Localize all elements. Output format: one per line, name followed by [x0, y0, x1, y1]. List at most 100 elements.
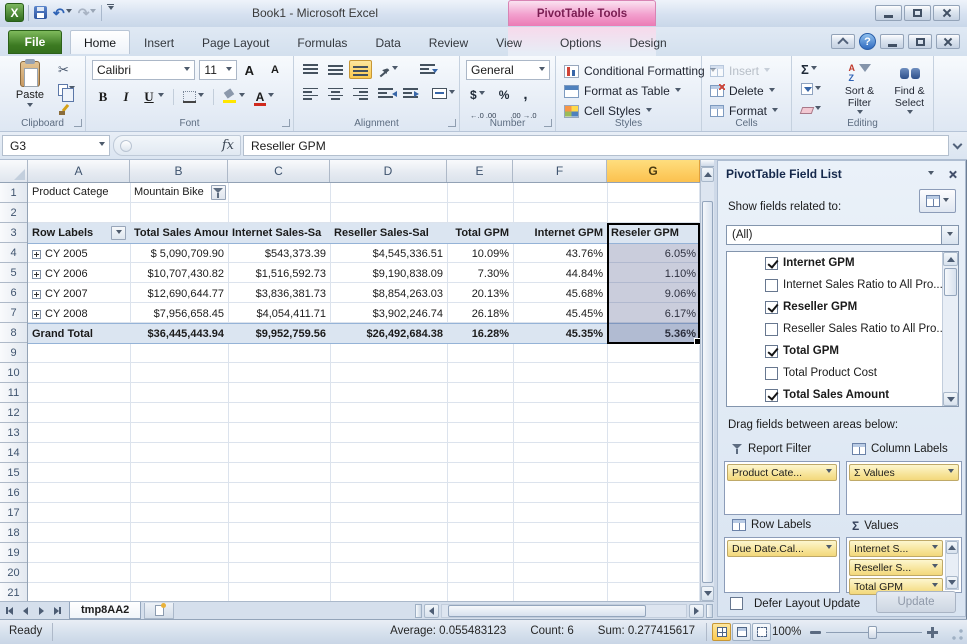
pivot-value-cell[interactable]: 45.45% [513, 304, 607, 324]
scroll-up-button[interactable] [943, 252, 958, 266]
dialog-launcher-icon[interactable] [282, 119, 290, 127]
pivot-value-cell[interactable]: 44.84% [513, 264, 607, 284]
grand-total-value-cell[interactable]: 16.28% [447, 324, 513, 344]
pivot-value-cell[interactable]: $9,190,838.09 [330, 264, 447, 284]
row-header-17[interactable]: 17 [0, 503, 27, 523]
find-select-button[interactable]: Find & Select [886, 60, 933, 120]
row-label-cell[interactable]: CY 2006 [28, 264, 130, 284]
collapse-ribbon-button[interactable] [831, 34, 855, 49]
grow-font-button[interactable]: A [241, 61, 263, 80]
grand-total-value-cell[interactable]: 45.35% [513, 324, 607, 344]
sheet-tab-tmp8aa2[interactable]: tmp8AA2 [69, 602, 141, 619]
fill-color-button[interactable] [219, 87, 249, 106]
row-header-12[interactable]: 12 [0, 403, 27, 423]
horizontal-scrollbar[interactable] [441, 604, 687, 618]
values-scrollbar[interactable] [945, 540, 959, 590]
checked-checkbox[interactable] [765, 257, 778, 270]
row-header-6[interactable]: 6 [0, 283, 27, 303]
column-header-b[interactable]: B [130, 160, 228, 182]
field-item[interactable]: Internet GPM [727, 252, 958, 274]
next-sheet-button[interactable] [34, 604, 48, 618]
checked-checkbox[interactable] [765, 389, 778, 402]
column-labels-area-box[interactable]: Σ Values [846, 461, 962, 515]
field-button[interactable]: Σ Values [849, 464, 959, 481]
expand-button[interactable] [32, 270, 41, 279]
font-size-combo[interactable]: 11 [199, 60, 236, 80]
pane-close-button[interactable] [944, 167, 960, 181]
page-break-view-button[interactable] [752, 623, 771, 641]
align-right-button[interactable] [349, 84, 372, 103]
increase-indent-button[interactable] [399, 84, 422, 103]
tab-insert[interactable]: Insert [130, 30, 188, 54]
grand-total-value-cell[interactable]: $26,492,684.38 [330, 324, 447, 344]
align-left-button[interactable] [299, 84, 322, 103]
prev-sheet-button[interactable] [18, 604, 32, 618]
row-header-10[interactable]: 10 [0, 363, 27, 383]
clear-button[interactable] [797, 100, 825, 118]
row-header-11[interactable]: 11 [0, 383, 27, 403]
delete-cells-button[interactable]: Delete [707, 81, 781, 101]
field-button[interactable]: Product Cate... [727, 464, 837, 481]
tab-design[interactable]: Design [615, 30, 680, 54]
scroll-down-button[interactable] [701, 586, 714, 601]
number-format-combo[interactable]: General [466, 60, 550, 80]
sort-filter-button[interactable]: AZ Sort & Filter [836, 60, 883, 120]
workbook-close-button[interactable] [936, 34, 960, 49]
pivot-column-header[interactable]: Internet GPM [513, 223, 607, 243]
zoom-level[interactable]: 100% [772, 626, 801, 638]
comma-style-button[interactable]: , [519, 85, 531, 104]
split-handle[interactable] [706, 604, 713, 618]
tab-options[interactable]: Options [546, 30, 615, 54]
checked-checkbox[interactable] [765, 301, 778, 314]
row-header-18[interactable]: 18 [0, 523, 27, 543]
normal-view-button[interactable] [712, 623, 731, 641]
row-labels-filter-button[interactable] [111, 226, 126, 240]
wrap-text-button[interactable] [416, 60, 439, 79]
paste-button[interactable]: Paste [7, 60, 53, 120]
scroll-thumb[interactable] [944, 268, 957, 296]
pivot-value-cell[interactable]: $4,054,411.71 [228, 304, 330, 324]
row-labels-area-box[interactable]: Due Date.Cal... [724, 537, 840, 593]
zoom-in-button[interactable] [927, 627, 938, 638]
row-header-16[interactable]: 16 [0, 483, 27, 503]
pivot-value-cell[interactable]: $7,956,658.45 [130, 304, 228, 324]
show-fields-combo[interactable]: (All) [726, 225, 959, 245]
grand-total-label[interactable]: Grand Total [28, 324, 130, 344]
tab-home[interactable]: Home [70, 30, 130, 54]
defer-checkbox[interactable] [730, 597, 743, 610]
values-area-box[interactable]: Internet S...Reseller S...Total GPM [846, 537, 962, 593]
row-header-1[interactable]: 1 [0, 183, 27, 203]
row-header-5[interactable]: 5 [0, 263, 27, 283]
scroll-down-button[interactable] [943, 392, 958, 406]
pivot-value-cell[interactable]: $1,516,592.73 [228, 264, 330, 284]
fill-button[interactable] [797, 80, 825, 98]
pivot-value-cell[interactable]: $543,373.39 [228, 244, 330, 264]
scroll-thumb[interactable] [448, 605, 646, 617]
pivot-value-cell[interactable]: 43.76% [513, 244, 607, 264]
row-label-cell[interactable]: CY 2008 [28, 304, 130, 324]
decrease-indent-button[interactable] [374, 84, 397, 103]
column-header-e[interactable]: E [447, 160, 513, 182]
percent-style-button[interactable]: % [495, 85, 514, 104]
pivot-column-header[interactable]: Total GPM [447, 223, 513, 243]
select-all-corner[interactable] [0, 160, 28, 182]
scroll-up-button[interactable] [701, 167, 714, 182]
column-header-g-selected[interactable]: G [607, 160, 700, 182]
pivot-column-header[interactable]: Reseller Sales-Sal [330, 223, 447, 243]
pivot-value-cell[interactable]: $4,545,336.51 [330, 244, 447, 264]
pane-menu-button[interactable] [923, 167, 939, 181]
scroll-thumb[interactable] [702, 201, 713, 583]
row-header-3[interactable]: 3 [0, 223, 27, 243]
undo-button[interactable]: ↶ [52, 4, 73, 22]
bold-button[interactable]: B [92, 87, 114, 106]
row-header-9[interactable]: 9 [0, 343, 27, 363]
align-center-button[interactable] [324, 84, 347, 103]
expand-button[interactable] [32, 250, 41, 259]
zoom-out-button[interactable] [810, 631, 821, 634]
minimize-button[interactable] [875, 5, 902, 21]
row-header-19[interactable]: 19 [0, 543, 27, 563]
column-header-f[interactable]: F [513, 160, 607, 182]
field-item[interactable]: Total Sales Ratio to All Products [727, 406, 958, 407]
unchecked-checkbox[interactable] [765, 279, 778, 292]
format-as-table-button[interactable]: Format as Table [561, 81, 719, 101]
